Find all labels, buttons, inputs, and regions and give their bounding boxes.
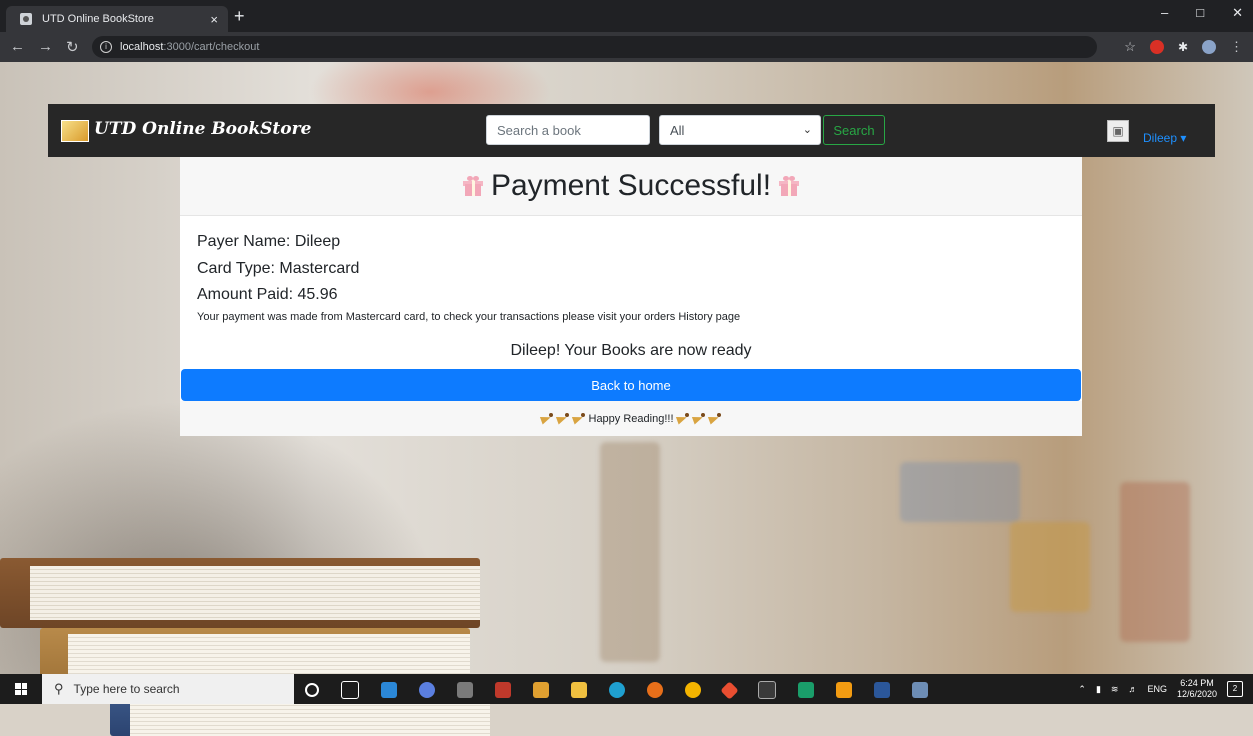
menu-kebab-icon[interactable]: ⋮: [1230, 39, 1243, 55]
address-bar: ← → ↻ i localhost:3000/cart/checkout ☆ ✱…: [0, 32, 1253, 62]
party-popper-icon: [557, 413, 570, 424]
notification-icon[interactable]: 2: [1227, 681, 1243, 697]
page-title: Payment Successful!: [490, 169, 772, 202]
payment-card: Payment Successful! Payer Name: Dileep C…: [180, 157, 1082, 436]
info-icon[interactable]: i: [100, 41, 112, 53]
clock-time: 6:24 PM: [1180, 678, 1214, 688]
background-shelf: [600, 442, 660, 662]
r-app-icon[interactable]: [419, 682, 435, 698]
reload-icon[interactable]: ↻: [66, 38, 79, 56]
browser-tab[interactable]: UTD Online BookStore ×: [6, 6, 228, 32]
party-popper-icon: [693, 413, 706, 424]
card-header: Payment Successful!: [180, 157, 1082, 216]
window-controls: – □ ✕: [1161, 5, 1243, 21]
git-icon[interactable]: [720, 680, 739, 700]
background-shelf: [1010, 522, 1090, 612]
chevron-up-icon[interactable]: ⌃: [1078, 684, 1086, 695]
payment-note: Your payment was made from Mastercard ca…: [197, 311, 741, 323]
footer-message: Happy Reading!!!: [588, 412, 674, 425]
battery-icon[interactable]: ▮: [1096, 684, 1101, 695]
windows-start-icon[interactable]: [15, 683, 27, 695]
cortana-icon[interactable]: [305, 683, 319, 697]
gift-icon: [779, 176, 800, 196]
system-tray: ⌃ ▮ ≋ ♬ ENG 6:24 PM 12/6/2020 2: [1078, 674, 1243, 704]
maximize-icon[interactable]: □: [1196, 5, 1204, 21]
party-popper-icon: [573, 413, 586, 424]
photos-app-icon[interactable]: [798, 682, 814, 698]
category-select[interactable]: All ⌄: [659, 115, 821, 145]
back-to-home-button[interactable]: Back to home: [181, 369, 1081, 401]
card-footer: Happy Reading!!!: [180, 401, 1082, 436]
taskbar-apps: [305, 680, 928, 700]
firefox-icon[interactable]: [647, 682, 663, 698]
wifi-icon[interactable]: ≋: [1111, 684, 1119, 695]
close-window-icon[interactable]: ✕: [1232, 5, 1243, 21]
back-arrow-icon[interactable]: ←: [10, 38, 25, 55]
amount-paid: Amount Paid: 45.96: [197, 286, 338, 303]
volume-icon[interactable]: ♬: [1128, 684, 1137, 694]
card-type: Card Type: Mastercard: [197, 260, 360, 277]
book-stack-image: [0, 558, 480, 628]
search-input[interactable]: [486, 115, 650, 145]
ready-message: Dileep! Your Books are now ready: [510, 342, 752, 359]
extension-red-icon[interactable]: [1149, 40, 1164, 54]
spider-app-icon[interactable]: [495, 682, 511, 698]
network-app-icon[interactable]: [912, 682, 928, 698]
puzzle-icon[interactable]: ✱: [1178, 40, 1188, 54]
search-icon: ⚲: [54, 681, 64, 696]
task-view-icon[interactable]: [341, 681, 359, 699]
sublime-icon[interactable]: [836, 682, 852, 698]
keyboard-app-icon[interactable]: [457, 682, 473, 698]
profile-avatar-icon[interactable]: [1202, 40, 1216, 54]
file-explorer-icon[interactable]: [571, 682, 587, 698]
site-navbar: UTD Online BookStore All ⌄ Search ▣ Dile…: [48, 104, 1215, 157]
search-button[interactable]: Search: [823, 115, 885, 145]
url-path: :3000/cart/checkout: [163, 41, 260, 53]
url-host: localhost: [120, 41, 164, 53]
clock-date: 12/6/2020: [1176, 689, 1217, 699]
bookmark-star-icon[interactable]: ☆: [1124, 39, 1136, 55]
clock[interactable]: 6:24 PM 12/6/2020: [1177, 678, 1217, 700]
forward-arrow-icon[interactable]: →: [38, 38, 53, 55]
party-popper-icon: [677, 413, 690, 424]
extension-icons: ☆ ✱ ⋮: [1124, 39, 1243, 55]
url-field[interactable]: i localhost:3000/cart/checkout: [92, 36, 1097, 58]
category-selected-value: All: [670, 122, 685, 138]
terminal-icon[interactable]: [758, 681, 776, 699]
brand-title[interactable]: UTD Online BookStore: [94, 119, 311, 139]
taskbar-search-placeholder: Type here to search: [73, 682, 180, 696]
payer-name: Payer Name: Dileep: [197, 233, 341, 250]
cart-icon[interactable]: ▣: [1107, 120, 1129, 142]
new-tab-button[interactable]: +: [234, 6, 245, 26]
tab-title: UTD Online BookStore: [42, 13, 154, 25]
gift-icon: [462, 176, 483, 196]
tab-favicon-icon: [20, 13, 32, 25]
party-popper-icon: [709, 413, 722, 424]
close-tab-icon[interactable]: ×: [210, 12, 218, 27]
url-text: localhost:3000/cart/checkout: [120, 41, 259, 53]
site-logo[interactable]: [61, 120, 89, 142]
browser-tab-bar: UTD Online BookStore × + – □ ✕: [0, 0, 1253, 32]
language-indicator[interactable]: ENG: [1147, 684, 1167, 694]
taskbar-search[interactable]: ⚲ Type here to search: [42, 674, 294, 704]
edge-icon[interactable]: [609, 682, 625, 698]
word-icon[interactable]: [874, 682, 890, 698]
chrome-icon[interactable]: [685, 682, 701, 698]
minimize-icon[interactable]: –: [1161, 5, 1168, 21]
sync-app-icon[interactable]: [533, 682, 549, 698]
windows-taskbar: ⚲ Type here to search ⌃ ▮ ≋ ♬ ENG 6:24 P…: [0, 674, 1253, 704]
background-shelf: [1120, 482, 1190, 642]
party-popper-icon: [541, 413, 554, 424]
chevron-down-icon: ⌄: [802, 124, 812, 136]
background-shelf: [900, 462, 1020, 522]
mail-icon[interactable]: [381, 682, 397, 698]
user-dropdown[interactable]: Dileep ▾: [1143, 131, 1186, 145]
